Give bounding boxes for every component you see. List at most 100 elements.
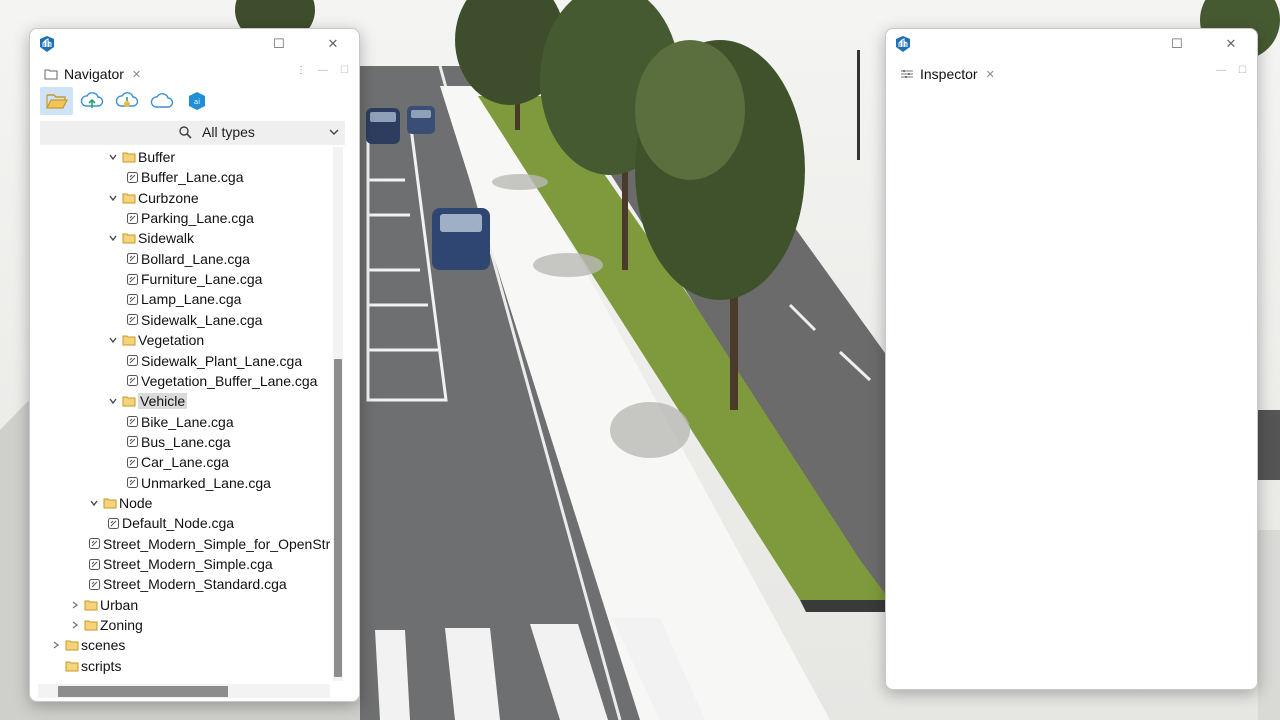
ai-chip-button[interactable]: ai bbox=[180, 87, 213, 115]
cga-file-icon bbox=[125, 170, 139, 184]
navigator-titlebar[interactable]: ☐ ✕ bbox=[30, 29, 359, 59]
tree-folder-row[interactable]: Zoning bbox=[68, 615, 143, 635]
folder-icon bbox=[122, 231, 136, 245]
type-filter-dropdown[interactable]: All types bbox=[40, 121, 345, 145]
tree-file-row[interactable]: Car_Lane.cga bbox=[125, 452, 229, 472]
tree-item-label: Default_Node.cga bbox=[122, 515, 235, 532]
search-icon bbox=[179, 126, 192, 139]
tree-file-row[interactable]: Sidewalk_Plant_Lane.cga bbox=[125, 351, 302, 371]
tree-file-row[interactable]: Bus_Lane.cga bbox=[125, 432, 231, 452]
tree-file-row[interactable]: Unmarked_Lane.cga bbox=[125, 473, 271, 493]
tree-file-row[interactable]: Bollard_Lane.cga bbox=[125, 249, 250, 269]
chevron-down-icon[interactable] bbox=[106, 152, 120, 162]
tab-navigator-label: Navigator bbox=[64, 66, 124, 82]
chevron-down-icon[interactable] bbox=[106, 193, 120, 203]
tree-file-row[interactable]: Sidewalk_Lane.cga bbox=[125, 310, 262, 330]
cga-file-icon bbox=[125, 415, 139, 429]
tree-file-row[interactable]: Lamp_Lane.cga bbox=[125, 289, 241, 309]
chevron-right-icon[interactable] bbox=[68, 620, 82, 630]
tree-item-label: Buffer_Lane.cga bbox=[141, 169, 244, 186]
panel-controls: ⋮ — ☐ bbox=[296, 65, 349, 76]
sliders-icon bbox=[901, 70, 913, 78]
minimize-panel-icon[interactable]: — bbox=[318, 65, 328, 76]
view-menu-icon[interactable]: ⋮ bbox=[296, 65, 306, 76]
vertical-scrollbar[interactable] bbox=[333, 147, 343, 681]
tree-folder-row[interactable]: Curbzone bbox=[106, 188, 199, 208]
navigator-toolbar: ai bbox=[40, 87, 213, 117]
minimize-panel-icon[interactable]: — bbox=[1216, 65, 1226, 76]
chevron-right-icon[interactable] bbox=[68, 600, 82, 610]
tree-file-row[interactable]: Furniture_Lane.cga bbox=[125, 269, 262, 289]
tree-file-row[interactable]: Street_Modern_Standard.cga bbox=[87, 574, 287, 594]
tree-item-label: Street_Modern_Standard.cga bbox=[103, 576, 287, 593]
tree-folder-row[interactable]: scenes bbox=[49, 635, 125, 655]
open-folder-icon bbox=[45, 94, 68, 109]
inspector-content bbox=[894, 87, 1249, 681]
tab-close-icon[interactable]: ✕ bbox=[986, 68, 995, 81]
type-filter-value: All types bbox=[202, 124, 255, 140]
maximize-panel-icon[interactable]: ☐ bbox=[340, 65, 349, 76]
horizontal-scrollbar[interactable] bbox=[38, 684, 330, 698]
close-icon[interactable]: ✕ bbox=[324, 35, 342, 53]
tree-folder-row[interactable]: Buffer bbox=[106, 147, 175, 167]
cloud-button[interactable] bbox=[145, 87, 178, 115]
maximize-icon[interactable]: ☐ bbox=[1168, 35, 1186, 53]
tree-item-label: Bollard_Lane.cga bbox=[141, 250, 250, 267]
tree-item-label: Curbzone bbox=[138, 189, 199, 206]
tree-item-label: Bus_Lane.cga bbox=[141, 433, 231, 450]
inspector-tab-row: Inspector ✕ — ☐ bbox=[886, 59, 1257, 87]
tree-item-label: Urban bbox=[100, 596, 139, 613]
share-button[interactable] bbox=[110, 87, 143, 115]
tree-folder-row[interactable]: scripts bbox=[49, 656, 121, 676]
maximize-icon[interactable]: ☐ bbox=[270, 35, 288, 53]
folder-icon bbox=[84, 598, 98, 612]
tree-item-label: Lamp_Lane.cga bbox=[141, 291, 242, 308]
close-icon[interactable]: ✕ bbox=[1222, 35, 1240, 53]
chevron-down-icon[interactable] bbox=[106, 396, 120, 406]
tab-inspector-label: Inspector bbox=[920, 66, 978, 82]
tab-inspector[interactable]: Inspector ✕ bbox=[894, 61, 1001, 87]
svg-text:ai: ai bbox=[193, 98, 199, 106]
cga-file-icon bbox=[87, 537, 101, 551]
tree-file-row[interactable]: Bike_Lane.cga bbox=[125, 412, 234, 432]
tree-file-row[interactable]: Default_Node.cga bbox=[106, 513, 234, 533]
panel-controls: — ☐ bbox=[1216, 65, 1247, 76]
tree-folder-row[interactable]: Sidewalk bbox=[106, 228, 194, 248]
tree-item-label: Vegetation bbox=[138, 332, 205, 349]
tree-item-label: Node bbox=[119, 494, 153, 511]
cga-file-icon bbox=[87, 557, 101, 571]
tab-close-icon[interactable]: ✕ bbox=[132, 68, 141, 81]
tree-item-label: Bike_Lane.cga bbox=[141, 413, 234, 430]
folder-tab-icon bbox=[44, 69, 58, 80]
vertical-scroll-thumb[interactable] bbox=[334, 359, 342, 677]
ai-chip-icon: ai bbox=[188, 92, 205, 110]
tree-item-label: Sidewalk_Lane.cga bbox=[141, 311, 263, 328]
inspector-titlebar[interactable]: ☐ ✕ bbox=[886, 29, 1257, 59]
cga-file-icon bbox=[125, 354, 139, 368]
tree-folder-row[interactable]: Vegetation bbox=[106, 330, 204, 350]
open-folder-button[interactable] bbox=[40, 87, 73, 115]
maximize-panel-icon[interactable]: ☐ bbox=[1238, 65, 1247, 76]
tree-file-row[interactable]: Buffer_Lane.cga bbox=[125, 167, 244, 187]
cityengine-app-icon bbox=[896, 36, 910, 52]
tree-item-label: Vegetation_Buffer_Lane.cga bbox=[141, 372, 318, 389]
tree-file-row[interactable]: Street_Modern_Simple_for_OpenStreetMap.c… bbox=[87, 534, 330, 554]
cga-file-icon bbox=[125, 455, 139, 469]
chevron-right-icon[interactable] bbox=[49, 640, 63, 650]
tree-folder-row[interactable]: Node bbox=[87, 493, 152, 513]
tree-folder-row[interactable]: Vehicle bbox=[106, 391, 188, 411]
chevron-down-icon[interactable] bbox=[106, 335, 120, 345]
tab-navigator[interactable]: Navigator ✕ bbox=[38, 61, 148, 87]
upload-button[interactable] bbox=[75, 87, 108, 115]
tree-file-row[interactable]: Parking_Lane.cga bbox=[125, 208, 254, 228]
tree-file-row[interactable]: Vegetation_Buffer_Lane.cga bbox=[125, 371, 317, 391]
chevron-down-icon[interactable] bbox=[106, 233, 120, 243]
cloud-upload-icon bbox=[80, 92, 103, 108]
tree-item-label: Parking_Lane.cga bbox=[141, 210, 254, 227]
chevron-down-icon[interactable] bbox=[87, 498, 101, 508]
tree-item-label: Buffer bbox=[138, 149, 176, 165]
tree-item-label: Street_Modern_Simple.cga bbox=[103, 556, 273, 572]
tree-file-row[interactable]: Street_Modern_Simple.cga bbox=[87, 554, 273, 574]
tree-folder-row[interactable]: Urban bbox=[68, 595, 138, 615]
horizontal-scroll-thumb[interactable] bbox=[58, 686, 228, 697]
